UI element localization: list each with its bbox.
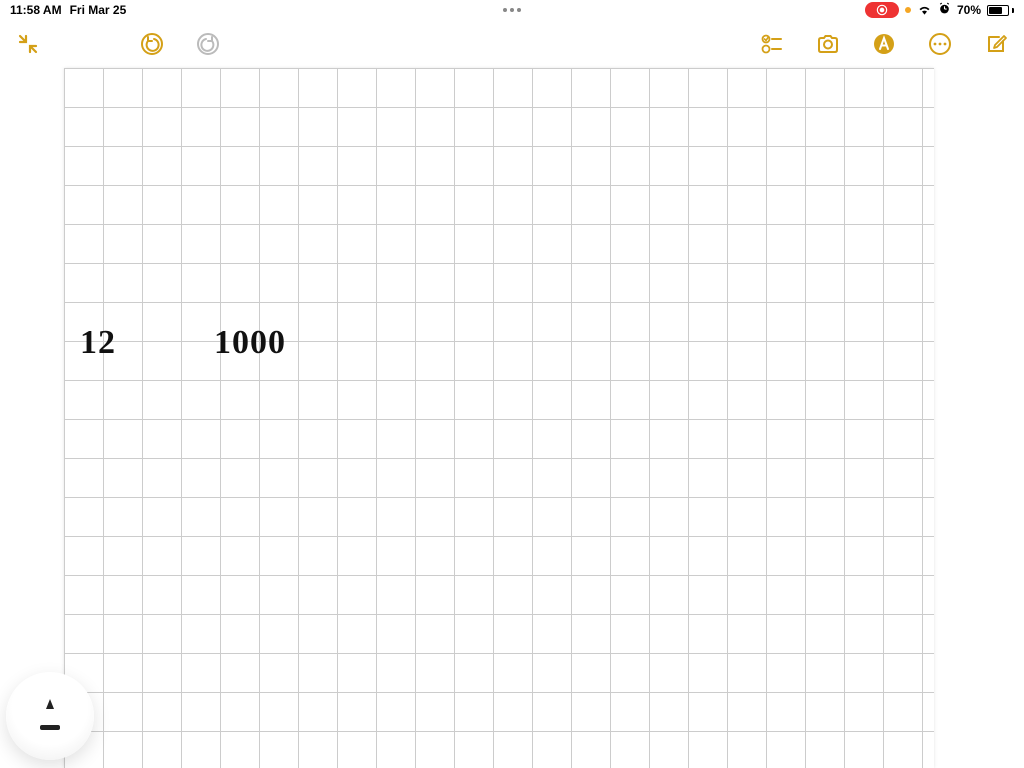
multitask-indicator[interactable] <box>503 8 521 12</box>
screen-record-pill[interactable] <box>865 2 899 18</box>
status-date: Fri Mar 25 <box>70 3 127 17</box>
markup-button[interactable] <box>870 30 898 58</box>
collapse-icon <box>16 32 40 56</box>
toolbar-left <box>14 30 222 58</box>
undo-button[interactable] <box>138 30 166 58</box>
compose-button[interactable] <box>982 30 1010 58</box>
collapse-button[interactable] <box>14 30 42 58</box>
dot-icon <box>510 8 514 12</box>
status-bar: 11:58 AM Fri Mar 25 70% <box>0 0 1024 20</box>
redo-icon <box>196 32 220 56</box>
app-toolbar <box>0 20 1024 68</box>
redo-button <box>194 30 222 58</box>
camera-icon <box>816 32 840 56</box>
dot-icon <box>503 8 507 12</box>
camera-button[interactable] <box>814 30 842 58</box>
handwriting-text: 1000 <box>214 324 286 362</box>
toolbar-right <box>758 30 1010 58</box>
mic-indicator-icon <box>905 7 911 13</box>
battery-icon <box>987 5 1014 16</box>
undo-icon <box>140 32 164 56</box>
pen-tray[interactable] <box>6 672 94 760</box>
more-icon <box>928 32 952 56</box>
record-icon <box>875 3 889 17</box>
battery-pct: 70% <box>957 3 981 17</box>
status-time: 11:58 AM <box>10 3 62 17</box>
grid-paper[interactable]: 12 1000 <box>64 68 934 768</box>
compose-icon <box>984 32 1008 56</box>
alarm-icon <box>938 2 951 18</box>
status-left: 11:58 AM Fri Mar 25 <box>10 3 126 17</box>
status-right: 70% <box>865 2 1014 18</box>
pen-tool-icon <box>40 699 60 730</box>
wifi-icon <box>917 3 932 18</box>
canvas-area[interactable]: 12 1000 <box>0 68 1024 768</box>
markup-icon <box>872 32 896 56</box>
handwriting-text: 12 <box>80 324 116 362</box>
dot-icon <box>517 8 521 12</box>
checklist-icon <box>760 32 784 56</box>
checklist-button[interactable] <box>758 30 786 58</box>
more-button[interactable] <box>926 30 954 58</box>
